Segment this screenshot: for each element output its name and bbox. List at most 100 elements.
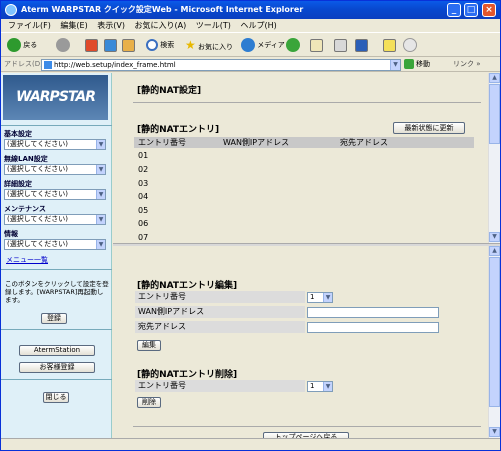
bottom-rule [133, 426, 481, 427]
edit-button[interactable]: 編集 [137, 340, 161, 351]
history-icon [286, 38, 300, 52]
group-basic: 基本設定 (選択してください) ▼ [4, 130, 108, 150]
edit-entry-select[interactable]: 1 ▼ [307, 292, 333, 303]
chevron-down-icon: ▼ [96, 190, 105, 199]
group-wlan-select[interactable]: (選択してください) ▼ [4, 164, 106, 175]
delete-entry-row: エントリ番号 1 ▼ [135, 380, 441, 392]
edit-heading: [静的NATエントリ編集] [137, 281, 238, 291]
refresh-button[interactable] [104, 38, 117, 52]
browser-window: Aterm WARPSTAR クイック設定Web - Microsoft Int… [0, 0, 501, 451]
menu-view[interactable]: 表示(V) [97, 21, 125, 30]
notes-icon [383, 38, 396, 52]
back-arrow-icon [7, 38, 21, 52]
group-advanced-label: 詳細設定 [4, 180, 32, 188]
nat-table-header: エントリ番号 WAN側IPアドレス 宛先アドレス [134, 137, 474, 148]
refresh-status-button[interactable]: 最新状態に更新 [393, 122, 465, 134]
chevron-down-icon: ▼ [96, 140, 105, 149]
delete-entry-label: エントリ番号 [135, 380, 305, 392]
scroll-down-icon[interactable]: ▼ [489, 427, 500, 437]
divider [1, 379, 112, 380]
menu-tools[interactable]: ツール(T) [196, 21, 231, 30]
bottom-frame-scrollbar[interactable]: ▲ ▼ [488, 246, 500, 438]
media-button[interactable]: メディア [241, 38, 285, 52]
table-row: 07 [138, 233, 149, 242]
close-button[interactable]: 閉じる [43, 392, 69, 403]
history-button[interactable] [286, 38, 300, 52]
scroll-up-icon[interactable]: ▲ [489, 73, 500, 83]
scroll-thumb[interactable] [489, 84, 500, 144]
group-info-label: 情報 [4, 230, 18, 238]
mail-button[interactable] [310, 38, 323, 52]
atermstation-button[interactable]: AtermStation [19, 345, 95, 356]
menu-list-link[interactable]: メニュー一覧 [6, 255, 48, 265]
group-maintenance-select[interactable]: (選択してください) ▼ [4, 214, 106, 225]
menu-favorites[interactable]: お気に入り(A) [135, 21, 187, 30]
delete-entry-select[interactable]: 1 ▼ [307, 381, 333, 392]
address-dropdown-icon[interactable]: ▼ [390, 60, 400, 70]
group-advanced-select[interactable]: (選択してください) ▼ [4, 189, 106, 200]
edit-word-button[interactable] [355, 38, 368, 52]
star-icon: ★ [185, 38, 196, 52]
chevron-down-icon: ▼ [96, 215, 105, 224]
favorites-label: お気に入り [198, 43, 233, 51]
menu-file[interactable]: ファイル(F) [8, 21, 51, 30]
register-button[interactable]: 登録 [41, 313, 67, 324]
chevron-down-icon: ▼ [96, 240, 105, 249]
destination-input[interactable] [307, 322, 439, 333]
refresh-icon [104, 38, 117, 52]
group-maintenance-label: メンテナンス [4, 205, 46, 213]
stop-button[interactable] [85, 38, 98, 52]
back-label: 戻る [23, 41, 38, 49]
menu-edit[interactable]: 編集(E) [60, 21, 87, 30]
edit-wan-row: WAN側IPアドレス [135, 306, 441, 318]
go-button[interactable]: 移動 [404, 59, 430, 70]
forward-button[interactable] [56, 38, 70, 52]
group-info-select[interactable]: (選択してください) ▼ [4, 239, 106, 250]
minimize-button[interactable]: _ [447, 3, 461, 17]
wan-ip-input[interactable] [307, 307, 439, 318]
print-button[interactable] [334, 38, 347, 52]
page-icon [44, 61, 52, 69]
search-button[interactable]: 検索 [146, 38, 174, 52]
maximize-button[interactable]: □ [464, 3, 478, 17]
go-arrow-icon [404, 59, 414, 69]
group-wlan-label: 無線LAN設定 [4, 155, 48, 163]
word-icon [355, 38, 368, 52]
close-window-button[interactable]: × [482, 3, 496, 17]
notes-button[interactable] [383, 38, 396, 52]
messenger-button[interactable] [403, 38, 417, 52]
address-bar: アドレス(D) http://web.setup/index_frame.htm… [1, 57, 500, 72]
scroll-thumb[interactable] [489, 257, 500, 407]
col-entry-number: エントリ番号 [138, 138, 186, 147]
col-wan-ip: WAN側IPアドレス [223, 138, 290, 147]
col-destination: 宛先アドレス [340, 138, 388, 147]
table-row: 01 [138, 151, 149, 160]
toolbar: 戻る 検索 ★ お気に入り メディア [1, 32, 500, 57]
favorites-button[interactable]: ★ お気に入り [185, 38, 233, 54]
customer-register-button[interactable]: お客様登録 [19, 362, 95, 373]
scroll-up-icon[interactable]: ▲ [489, 246, 500, 256]
window-title: Aterm WARPSTAR クイック設定Web - Microsoft Int… [21, 5, 304, 14]
page-title: [静的NAT設定] [137, 86, 202, 96]
top-frame-scrollbar[interactable]: ▲ ▼ [488, 73, 500, 243]
links-button[interactable]: リンク » [453, 59, 481, 70]
sidebar-frame: WARPSTAR 基本設定 (選択してください) ▼ 無線LAN設定 (選択してく… [1, 73, 112, 438]
divider [1, 125, 112, 126]
back-button[interactable]: 戻る [7, 38, 37, 52]
print-icon [334, 38, 347, 52]
edit-dest-row: 宛先アドレス [135, 321, 441, 333]
divider [1, 269, 112, 270]
group-basic-select[interactable]: (選択してください) ▼ [4, 139, 106, 150]
delete-button[interactable]: 削除 [137, 397, 161, 408]
select-value: (選択してください) [7, 140, 69, 148]
forward-arrow-icon [56, 38, 70, 52]
home-button[interactable] [122, 38, 135, 52]
address-input[interactable]: http://web.setup/index_frame.html ▼ [41, 59, 401, 71]
messenger-icon [403, 38, 417, 52]
menu-help[interactable]: ヘルプ(H) [240, 21, 276, 30]
select-value: (選択してください) [7, 165, 69, 173]
select-value: (選択してください) [7, 240, 69, 248]
scroll-down-icon[interactable]: ▼ [489, 232, 500, 242]
frame-divider[interactable] [113, 243, 500, 246]
edit-entry-label: エントリ番号 [135, 291, 305, 303]
